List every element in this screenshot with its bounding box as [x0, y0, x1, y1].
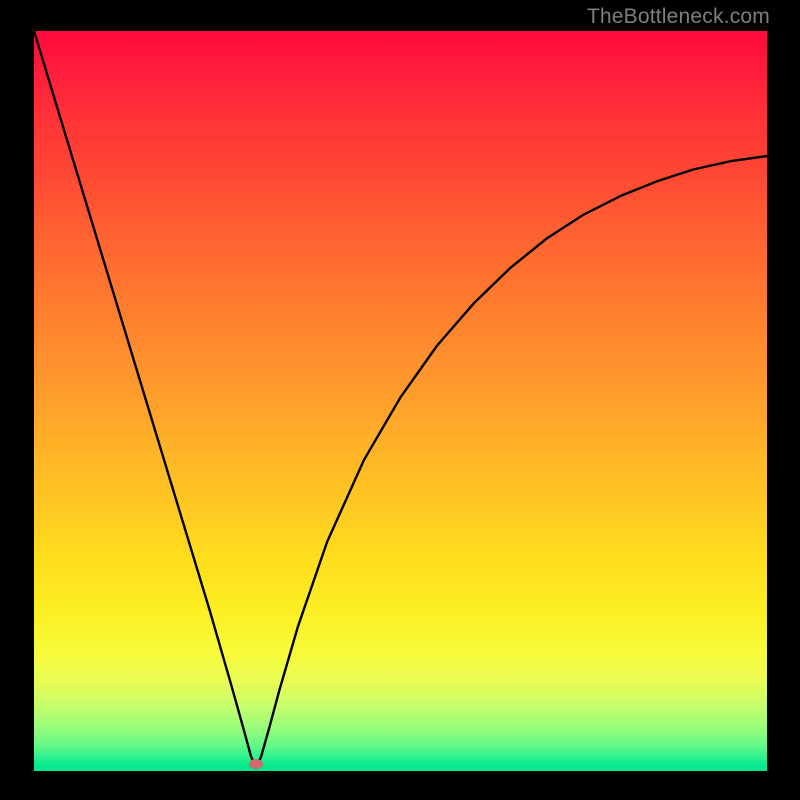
chart-frame: TheBottleneck.com [0, 0, 800, 800]
plot-area [34, 31, 767, 771]
min-point-marker [249, 759, 263, 769]
watermark-text: TheBottleneck.com [587, 5, 770, 29]
bottleneck-curve [34, 31, 767, 771]
